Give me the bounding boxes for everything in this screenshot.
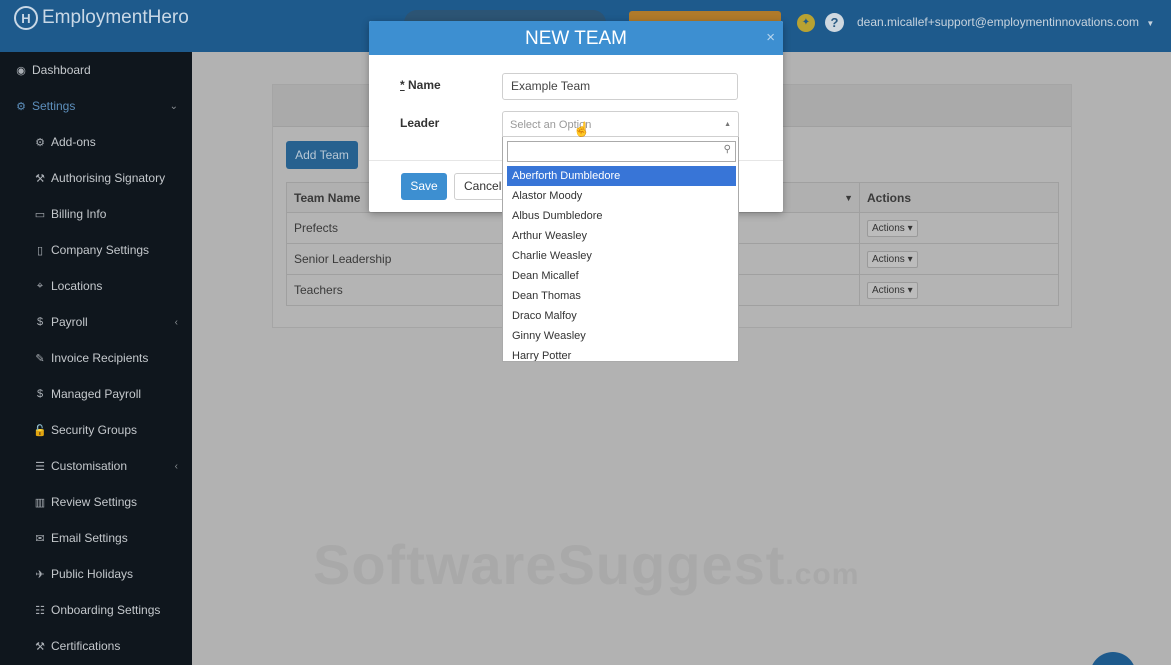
sidebar-item-label: Security Groups: [51, 423, 138, 437]
leader-label: Leader: [400, 116, 440, 130]
dollar-icon: $: [36, 388, 44, 400]
required-marker: *: [400, 78, 405, 92]
leader-select[interactable]: Select an Option ▲: [502, 111, 739, 137]
sidebar-item-label: Settings: [32, 99, 76, 113]
brand-name: EmploymentHero: [42, 7, 189, 28]
sidebar-item-label: Locations: [51, 279, 103, 293]
dropdown-option[interactable]: Arthur Weasley: [507, 226, 736, 246]
sidebar-item-label: Company Settings: [51, 243, 150, 257]
gears-icon: ⚙: [16, 100, 26, 113]
hand-cursor-icon: ☝: [573, 121, 591, 137]
actions-dropdown-button[interactable]: Actions ▾: [867, 281, 918, 299]
leader-dropdown: ⚲ Aberforth Dumbledore Alastor Moody Albus…: [502, 137, 739, 362]
caret-down-icon: ▼: [1146, 19, 1155, 28]
dropdown-option[interactable]: Harry Potter: [507, 346, 736, 361]
dropdown-option[interactable]: Ginny Weasley: [507, 326, 736, 346]
sidebar-item-invoice-recipients[interactable]: ✎ Invoice Recipients: [0, 340, 192, 376]
dashboard-icon: ◉: [16, 64, 26, 77]
edit-icon: ✎: [35, 352, 45, 365]
actions-dropdown-button[interactable]: Actions ▾: [867, 219, 918, 237]
dropdown-option[interactable]: Dean Thomas: [507, 286, 736, 306]
sidebar-item-label: Dashboard: [32, 63, 91, 77]
help-icon[interactable]: ?: [825, 13, 844, 32]
dropdown-option[interactable]: Alastor Moody: [507, 186, 736, 206]
dropdown-option[interactable]: Charlie Weasley: [507, 246, 736, 266]
sidebar-item-label: Add-ons: [51, 135, 96, 149]
sidebar-item-label: Public Holidays: [51, 567, 134, 581]
team-name-input[interactable]: Example Team: [502, 73, 738, 100]
chevron-down-icon: ⌄: [169, 100, 178, 112]
sidebar-item-label: Managed Payroll: [51, 387, 142, 401]
actions-cell: Actions ▾: [859, 243, 1059, 275]
sidebar-item-authorising-signatory[interactable]: ⚒ Authorising Signatory: [0, 160, 192, 196]
sidebar-item-company-settings[interactable]: ▯ Company Settings: [0, 232, 192, 268]
sort-caret-icon: ▼: [844, 192, 853, 203]
sidebar-item-public-holidays[interactable]: ✈ Public Holidays: [0, 556, 192, 592]
sidebar-item-managed-payroll[interactable]: $ Managed Payroll: [0, 376, 192, 412]
user-menu[interactable]: dean.micallef+support@employmentinnovati…: [857, 15, 1154, 29]
actions-cell: Actions ▾: [859, 274, 1059, 306]
column-header-actions: Actions: [859, 182, 1059, 213]
dropdown-search-input[interactable]: ⚲: [507, 141, 736, 162]
building-icon: ▯: [36, 244, 44, 257]
credit-card-icon: ▭: [34, 208, 46, 221]
sidebar-item-payroll[interactable]: $ Payroll ‹: [0, 304, 192, 340]
save-button[interactable]: Save: [401, 173, 447, 200]
map-marker-icon: ⌖: [36, 279, 44, 292]
sidebar-item-billing-info[interactable]: ▭ Billing Info: [0, 196, 192, 232]
search-icon: ⚲: [723, 144, 731, 155]
brand-logo[interactable]: H EmploymentHero: [14, 6, 189, 30]
select-arrow-icon: ▲: [724, 121, 731, 128]
coin-icon[interactable]: ✦: [797, 14, 815, 32]
sidebar-item-review-settings[interactable]: ▥ Review Settings: [0, 484, 192, 520]
chevron-left-icon: ‹: [174, 316, 178, 328]
dollar-icon: $: [36, 316, 44, 328]
gears-icon: ⚙: [35, 136, 45, 149]
gavel-icon: ⚒: [35, 640, 45, 653]
sidebar-item-add-ons[interactable]: ⚙ Add-ons: [0, 124, 192, 160]
cancel-button[interactable]: Cancel: [454, 173, 506, 200]
name-label: * Name: [400, 78, 441, 92]
actions-dropdown-button[interactable]: Actions ▾: [867, 250, 918, 268]
sidebar-item-label: Invoice Recipients: [51, 351, 149, 365]
sidebar-item-label: Billing Info: [51, 207, 107, 221]
sidebar-item-certifications[interactable]: ⚒ Certifications: [0, 628, 192, 664]
sidebar-item-customisation[interactable]: ☰ Customisation ‹: [0, 448, 192, 484]
watermark: SoftwareSuggest.com: [313, 533, 860, 596]
inbox-icon: ✉: [35, 532, 45, 545]
sidebar-item-label: Certifications: [51, 639, 121, 653]
sidebar-item-label: Payroll: [51, 315, 88, 329]
plane-icon: ✈: [35, 568, 45, 581]
sidebar-item-security-groups[interactable]: 🔓 Security Groups: [0, 412, 192, 448]
sidebar-item-label: Email Settings: [51, 531, 128, 545]
sidebar-item-label: Authorising Signatory: [51, 171, 166, 185]
sidebar-item-label: Review Settings: [51, 495, 138, 509]
sidebar: ◉ Dashboard ⚙ Settings ⌄ ⚙ Add-ons ⚒ Authorising…: [0, 52, 192, 665]
dropdown-option[interactable]: Aberforth Dumbledore: [507, 166, 736, 186]
list-icon: ☰: [35, 460, 45, 473]
add-team-button[interactable]: Add Team: [286, 141, 358, 169]
sidebar-item-dashboard[interactable]: ◉ Dashboard: [0, 52, 192, 88]
modal-title: NEW TEAM: [369, 21, 783, 55]
sidebar-item-locations[interactable]: ⌖ Locations: [0, 268, 192, 304]
bar-chart-icon: ▥: [34, 496, 46, 509]
chevron-left-icon: ‹: [174, 460, 178, 472]
dropdown-options: Aberforth Dumbledore Alastor Moody Albus D…: [507, 166, 736, 361]
dropdown-option[interactable]: Dean Micallef: [507, 266, 736, 286]
hammer-icon: ⚒: [35, 172, 45, 185]
sidebar-item-onboarding-settings[interactable]: ☷ Onboarding Settings: [0, 592, 192, 628]
user-email: dean.micallef+support@employmentinnovati…: [857, 15, 1139, 29]
dropdown-option[interactable]: Draco Malfoy: [507, 306, 736, 326]
unlock-icon: 🔓: [33, 424, 47, 437]
sidebar-item-label: Customisation: [51, 459, 128, 473]
sidebar-item-email-settings[interactable]: ✉ Email Settings: [0, 520, 192, 556]
sidebar-item-label: Onboarding Settings: [51, 603, 161, 617]
close-icon[interactable]: ×: [766, 29, 775, 46]
list-alt-icon: ☷: [35, 604, 45, 617]
actions-cell: Actions ▾: [859, 212, 1059, 244]
sidebar-item-settings[interactable]: ⚙ Settings ⌄: [0, 88, 192, 124]
logo-mark-icon: H: [14, 6, 38, 30]
dropdown-option[interactable]: Albus Dumbledore: [507, 206, 736, 226]
